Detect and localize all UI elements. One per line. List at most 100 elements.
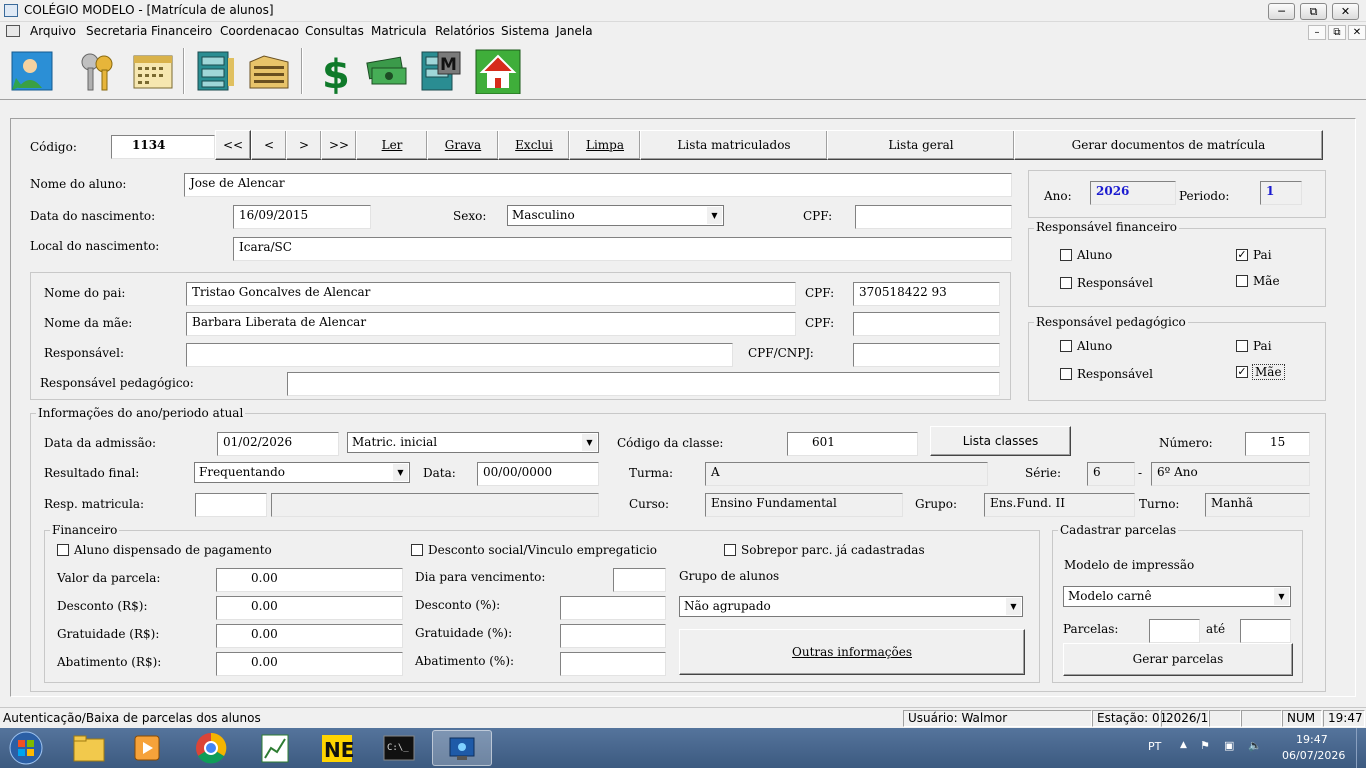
explorer-icon[interactable] xyxy=(60,730,118,766)
resp-ped-pai-checkbox[interactable] xyxy=(1236,340,1248,352)
first-button[interactable]: << xyxy=(215,130,251,160)
desconto-social-checkbox[interactable] xyxy=(411,544,423,556)
nome-mae-input[interactable]: Barbara Liberata de Alencar xyxy=(186,312,796,336)
gratuidade-pct-input[interactable] xyxy=(560,624,666,648)
chevron-down-icon[interactable]: ▼ xyxy=(707,207,722,224)
outras-informacoes-button[interactable]: Outras informações xyxy=(679,629,1025,675)
cpf-pai-input[interactable]: 370518422 93 xyxy=(853,282,1000,306)
chevron-down-icon[interactable]: ▼ xyxy=(1274,588,1289,605)
money-icon[interactable] xyxy=(362,48,412,94)
gerar-parcelas-button[interactable]: Gerar parcelas xyxy=(1063,643,1293,676)
nascimento-input[interactable]: 16/09/2015 xyxy=(233,205,371,229)
taskbar-time[interactable]: 19:47 xyxy=(1296,733,1328,746)
lista-geral-button[interactable]: Lista geral xyxy=(827,130,1015,160)
next-button[interactable]: > xyxy=(286,130,322,160)
valor-parcela-input[interactable]: 0.00 xyxy=(216,568,403,592)
resp-fin-mae-checkbox[interactable] xyxy=(1236,275,1248,287)
gerar-documentos-button[interactable]: Gerar documentos de matrícula xyxy=(1014,130,1323,160)
resp-pedagogico-input[interactable] xyxy=(287,372,1000,396)
modelo-impressao-select[interactable]: Modelo carnê ▼ xyxy=(1063,586,1291,607)
volume-icon[interactable]: 🔈 xyxy=(1248,739,1262,752)
limpa-button[interactable]: Limpa xyxy=(569,130,641,160)
file-cabinet-icon[interactable] xyxy=(190,48,240,94)
menu-financeiro[interactable]: Financeiro xyxy=(151,24,212,38)
nome-aluno-input[interactable]: Jose de Alencar xyxy=(184,173,1012,197)
dispensado-checkbox[interactable] xyxy=(57,544,69,556)
chart-app-icon[interactable] xyxy=(246,730,304,766)
admissao-input[interactable]: 01/02/2026 xyxy=(217,432,339,456)
cpf-cnpj-input[interactable] xyxy=(853,343,1000,367)
codigo-classe-input[interactable]: 601 xyxy=(787,432,918,456)
menu-coordenacao[interactable]: Coordenacao xyxy=(220,24,299,38)
codigo-input[interactable]: 1134 xyxy=(111,135,215,159)
parcelas-ate-input[interactable] xyxy=(1240,619,1291,643)
prev-button[interactable]: < xyxy=(251,130,287,160)
action-center-icon[interactable]: ⚑ xyxy=(1200,739,1210,752)
resultado-select[interactable]: Frequentando ▼ xyxy=(194,462,410,483)
keys-icon[interactable] xyxy=(74,48,124,94)
mdi-restore-button[interactable]: ⧉ xyxy=(1328,25,1346,40)
home-icon[interactable] xyxy=(474,48,524,95)
chevron-down-icon[interactable]: ▼ xyxy=(582,434,597,451)
menu-sistema[interactable]: Sistema xyxy=(501,24,549,38)
menu-secretaria[interactable]: Secretaria xyxy=(86,24,147,38)
resp-matricula-input[interactable] xyxy=(195,493,267,517)
chevron-down-icon[interactable]: ▼ xyxy=(393,464,408,481)
sexo-select[interactable]: Masculino ▼ xyxy=(507,205,724,226)
abatimento-rs-input[interactable]: 0.00 xyxy=(216,652,403,676)
numero-input[interactable]: 15 xyxy=(1245,432,1310,456)
media-player-icon[interactable] xyxy=(118,730,176,766)
start-button[interactable] xyxy=(0,730,52,766)
ler-button[interactable]: Ler xyxy=(356,130,428,160)
resp-ped-mae-checkbox[interactable]: ✓ xyxy=(1236,366,1248,378)
parcelas-de-input[interactable] xyxy=(1149,619,1200,643)
folders-icon[interactable] xyxy=(244,48,294,94)
sobrepor-checkbox[interactable] xyxy=(724,544,736,556)
dollar-icon[interactable]: $ xyxy=(308,48,358,98)
ne-app-icon[interactable]: NE xyxy=(308,730,366,766)
resp-ped-responsavel-checkbox[interactable] xyxy=(1060,368,1072,380)
mdi-minimize-button[interactable]: – xyxy=(1308,25,1326,40)
resp-fin-pai-checkbox[interactable]: ✓ xyxy=(1236,249,1248,261)
language-indicator[interactable]: PT xyxy=(1148,740,1161,753)
mdi-close-button[interactable]: ✕ xyxy=(1348,25,1366,40)
network-icon[interactable]: ▣ xyxy=(1224,739,1234,752)
desconto-rs-input[interactable]: 0.00 xyxy=(216,596,403,620)
cabinet-m-icon[interactable]: M xyxy=(416,48,466,94)
tipo-matricula-select[interactable]: Matric. inicial ▼ xyxy=(347,432,599,453)
cpf-aluno-input[interactable] xyxy=(855,205,1012,229)
local-nascimento-input[interactable]: Icara/SC xyxy=(233,237,1012,261)
menu-relatorios[interactable]: Relatórios xyxy=(435,24,495,38)
calendar-icon[interactable] xyxy=(128,48,178,94)
mdi-doc-icon[interactable] xyxy=(6,25,20,37)
abatimento-pct-input[interactable] xyxy=(560,652,666,676)
menu-consultas[interactable]: Consultas xyxy=(305,24,364,38)
colegio-app-taskbutton[interactable] xyxy=(432,730,492,766)
exclui-button[interactable]: Exclui xyxy=(498,130,570,160)
responsavel-input[interactable] xyxy=(186,343,733,367)
desconto-pct-input[interactable] xyxy=(560,596,666,620)
data-input[interactable]: 00/00/0000 xyxy=(477,462,599,486)
resp-fin-aluno-checkbox[interactable] xyxy=(1060,249,1072,261)
grupo-alunos-select[interactable]: Não agrupado ▼ xyxy=(679,596,1023,617)
terminal-icon[interactable]: C:\_ xyxy=(370,730,428,766)
show-desktop-button[interactable] xyxy=(1356,728,1366,768)
map-user-icon[interactable] xyxy=(8,48,58,94)
chrome-icon[interactable] xyxy=(182,730,240,766)
nome-pai-input[interactable]: Tristao Goncalves de Alencar xyxy=(186,282,796,306)
minimize-button[interactable]: ─ xyxy=(1268,3,1295,20)
taskbar-date[interactable]: 06/07/2026 xyxy=(1282,749,1345,762)
resp-fin-responsavel-checkbox[interactable] xyxy=(1060,277,1072,289)
restore-button[interactable]: ⧉ xyxy=(1300,3,1327,20)
last-button[interactable]: >> xyxy=(321,130,357,160)
menu-arquivo[interactable]: Arquivo xyxy=(30,24,76,38)
gratuidade-rs-input[interactable]: 0.00 xyxy=(216,624,403,648)
menu-matricula[interactable]: Matricula xyxy=(371,24,427,38)
resp-ped-aluno-checkbox[interactable] xyxy=(1060,340,1072,352)
grava-button[interactable]: Grava xyxy=(427,130,499,160)
close-button[interactable]: ✕ xyxy=(1332,3,1359,20)
show-hidden-icons-icon[interactable]: ▲ xyxy=(1180,740,1187,750)
cpf-mae-input[interactable] xyxy=(853,312,1000,336)
chevron-down-icon[interactable]: ▼ xyxy=(1006,598,1021,615)
dia-vencimento-input[interactable] xyxy=(613,568,666,592)
